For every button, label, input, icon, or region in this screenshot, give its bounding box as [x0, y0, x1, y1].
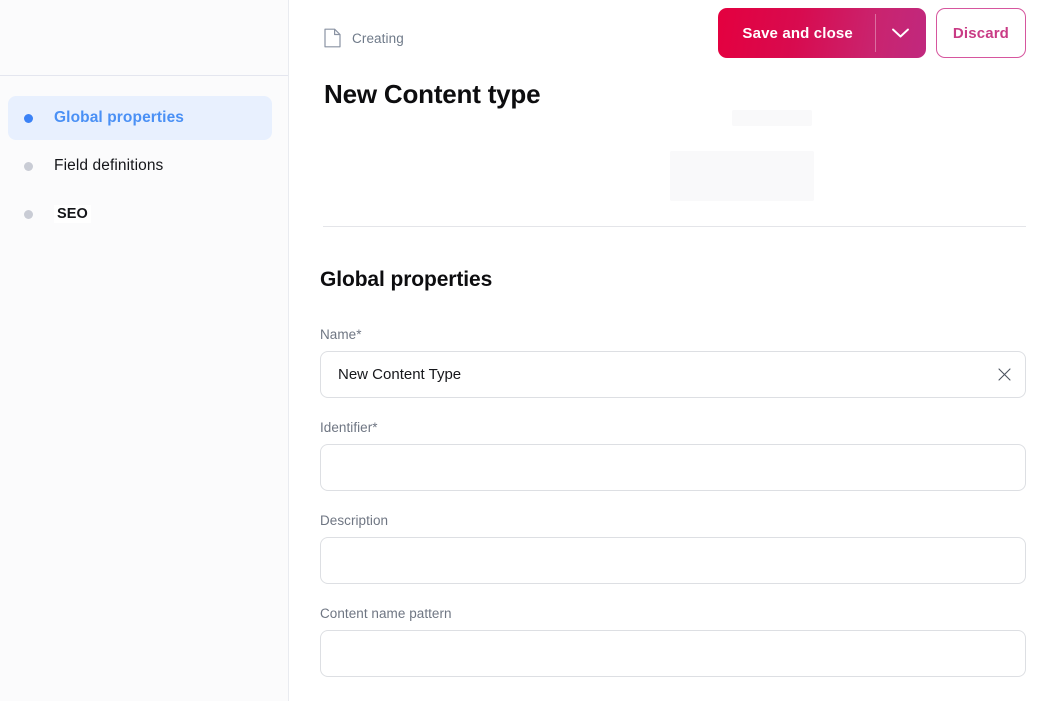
- save-and-close-button[interactable]: Save and close: [718, 8, 875, 58]
- field-label: Content name pattern: [320, 606, 1026, 621]
- sidebar-item-field-definitions[interactable]: Field definitions: [8, 144, 272, 188]
- field-control: [320, 630, 1026, 677]
- field-label: Name*: [320, 327, 1026, 342]
- sidebar-item-label: Global properties: [54, 109, 184, 127]
- discard-button[interactable]: Discard: [936, 8, 1026, 58]
- close-icon[interactable]: [994, 365, 1014, 385]
- document-icon: [324, 28, 341, 48]
- bullet-icon: [24, 210, 33, 219]
- sidebar-item-global-properties[interactable]: Global properties: [8, 96, 272, 140]
- field-identifier: Identifier*: [320, 420, 1026, 491]
- content-name-pattern-input[interactable]: [320, 630, 1026, 677]
- sidebar-topbar: [0, 0, 288, 76]
- sidebar-item-seo[interactable]: SEO: [8, 192, 272, 236]
- field-description: Description: [320, 513, 1026, 584]
- section-divider: [323, 226, 1026, 227]
- sidebar-item-label: Field definitions: [54, 157, 163, 175]
- sidebar-item-label: SEO: [54, 205, 91, 223]
- bullet-icon: [24, 162, 33, 171]
- identifier-input[interactable]: [320, 444, 1026, 491]
- global-properties-form: Global properties Name* Identifier*: [320, 268, 1026, 699]
- editor-header: Creating Save and close Discard: [289, 0, 1037, 70]
- save-and-close-split-button[interactable]: Save and close: [718, 8, 926, 58]
- field-name: Name*: [320, 327, 1026, 398]
- description-input[interactable]: [320, 537, 1026, 584]
- bullet-icon: [24, 114, 33, 123]
- field-control: [320, 537, 1026, 584]
- field-control: [320, 444, 1026, 491]
- save-options-dropdown-button[interactable]: [876, 8, 926, 58]
- field-label: Description: [320, 513, 1026, 528]
- sidebar: Global properties Field definitions SEO: [0, 0, 289, 701]
- main-content: Creating Save and close Discard: [289, 0, 1037, 701]
- content-type-editor: Global properties Field definitions SEO: [0, 0, 1037, 701]
- skeleton-placeholder-large: [670, 151, 814, 201]
- sidebar-nav: Global properties Field definitions SEO: [0, 76, 288, 240]
- header-actions: Save and close Discard: [718, 8, 1026, 58]
- name-input[interactable]: [320, 351, 1026, 398]
- field-label: Identifier*: [320, 420, 1026, 435]
- page-title: New Content type: [324, 79, 540, 110]
- section-title: Global properties: [320, 268, 1026, 292]
- status-indicator: Creating: [324, 28, 404, 48]
- chevron-down-icon: [891, 27, 910, 39]
- field-content-name-pattern: Content name pattern: [320, 606, 1026, 677]
- skeleton-placeholder-small: [732, 110, 812, 126]
- status-label: Creating: [352, 31, 404, 46]
- field-control: [320, 351, 1026, 398]
